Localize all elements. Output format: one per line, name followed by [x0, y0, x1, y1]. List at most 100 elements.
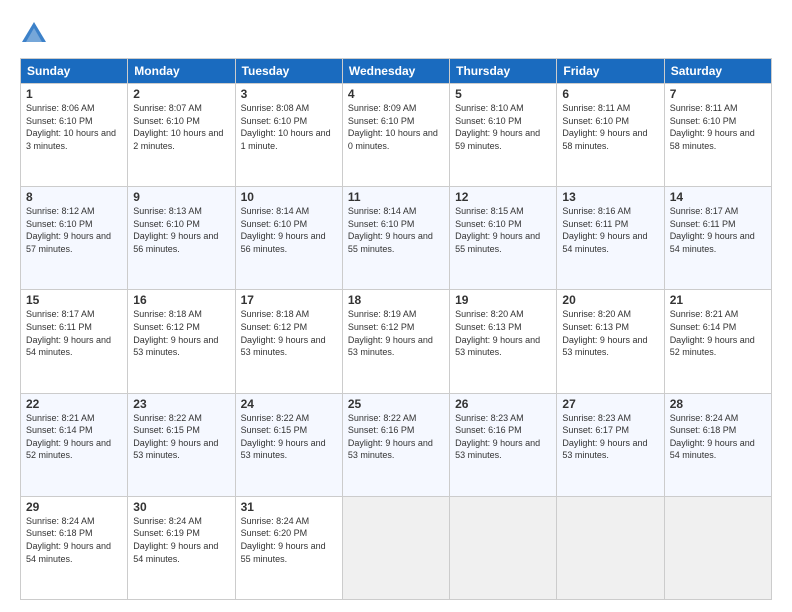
- calendar-cell: 10Sunrise: 8:14 AMSunset: 6:10 PMDayligh…: [235, 187, 342, 290]
- day-info: Sunrise: 8:11 AMSunset: 6:10 PMDaylight:…: [562, 103, 647, 151]
- day-number: 23: [133, 397, 229, 411]
- calendar-cell: 20 Sunrise: 8:20 AMSunset: 6:13 PMDayligh…: [557, 290, 664, 393]
- calendar-cell: 3 Sunrise: 8:08 AMSunset: 6:10 PMDaylight…: [235, 84, 342, 187]
- day-info: Sunrise: 8:23 AMSunset: 6:17 PMDaylight:…: [562, 413, 647, 461]
- calendar-cell: [664, 496, 771, 599]
- day-info: Sunrise: 8:10 AMSunset: 6:10 PMDaylight:…: [455, 103, 540, 151]
- day-number: 31: [241, 500, 337, 514]
- calendar-cell: 24 Sunrise: 8:22 AMSunset: 6:15 PMDayligh…: [235, 393, 342, 496]
- calendar-week-row: 1 Sunrise: 8:06 AMSunset: 6:10 PMDaylight…: [21, 84, 772, 187]
- day-info: Sunrise: 8:15 AMSunset: 6:10 PMDaylight:…: [455, 206, 540, 254]
- day-info: Sunrise: 8:21 AMSunset: 6:14 PMDaylight:…: [670, 309, 755, 357]
- day-info: Sunrise: 8:14 AMSunset: 6:10 PMDaylight:…: [348, 206, 433, 254]
- calendar-header-row: SundayMondayTuesdayWednesdayThursdayFrid…: [21, 59, 772, 84]
- calendar-cell: [557, 496, 664, 599]
- day-header-wednesday: Wednesday: [342, 59, 449, 84]
- calendar-cell: 25Sunrise: 8:22 AMSunset: 6:16 PMDayligh…: [342, 393, 449, 496]
- day-number: 12: [455, 190, 551, 204]
- calendar-cell: 21 Sunrise: 8:21 AMSunset: 6:14 PMDayligh…: [664, 290, 771, 393]
- day-info: Sunrise: 8:21 AMSunset: 6:14 PMDaylight:…: [26, 413, 111, 461]
- calendar-week-row: 29Sunrise: 8:24 AMSunset: 6:18 PMDayligh…: [21, 496, 772, 599]
- calendar-cell: 18 Sunrise: 8:19 AMSunset: 6:12 PMDayligh…: [342, 290, 449, 393]
- calendar-cell: 31Sunrise: 8:24 AMSunset: 6:20 PMDayligh…: [235, 496, 342, 599]
- day-info: Sunrise: 8:18 AMSunset: 6:12 PMDaylight:…: [241, 309, 326, 357]
- day-header-friday: Friday: [557, 59, 664, 84]
- day-info: Sunrise: 8:24 AMSunset: 6:18 PMDaylight:…: [670, 413, 755, 461]
- calendar-cell: 5 Sunrise: 8:10 AMSunset: 6:10 PMDaylight…: [450, 84, 557, 187]
- day-number: 13: [562, 190, 658, 204]
- calendar-cell: [342, 496, 449, 599]
- day-number: 20: [562, 293, 658, 307]
- calendar-cell: 12 Sunrise: 8:15 AMSunset: 6:10 PMDayligh…: [450, 187, 557, 290]
- calendar-cell: 13 Sunrise: 8:16 AMSunset: 6:11 PMDayligh…: [557, 187, 664, 290]
- day-number: 21: [670, 293, 766, 307]
- day-number: 27: [562, 397, 658, 411]
- calendar-cell: 30 Sunrise: 8:24 AMSunset: 6:19 PMDayligh…: [128, 496, 235, 599]
- calendar: SundayMondayTuesdayWednesdayThursdayFrid…: [20, 58, 772, 600]
- day-info: Sunrise: 8:14 AMSunset: 6:10 PMDaylight:…: [241, 206, 326, 254]
- calendar-cell: 19 Sunrise: 8:20 AMSunset: 6:13 PMDayligh…: [450, 290, 557, 393]
- day-info: Sunrise: 8:12 AMSunset: 6:10 PMDaylight:…: [26, 206, 111, 254]
- calendar-cell: 4 Sunrise: 8:09 AMSunset: 6:10 PMDaylight…: [342, 84, 449, 187]
- day-info: Sunrise: 8:20 AMSunset: 6:13 PMDaylight:…: [455, 309, 540, 357]
- day-info: Sunrise: 8:24 AMSunset: 6:19 PMDaylight:…: [133, 516, 218, 564]
- day-number: 11: [348, 190, 444, 204]
- day-info: Sunrise: 8:17 AMSunset: 6:11 PMDaylight:…: [26, 309, 111, 357]
- day-info: Sunrise: 8:24 AMSunset: 6:18 PMDaylight:…: [26, 516, 111, 564]
- day-number: 19: [455, 293, 551, 307]
- day-number: 2: [133, 87, 229, 101]
- calendar-cell: 29Sunrise: 8:24 AMSunset: 6:18 PMDayligh…: [21, 496, 128, 599]
- day-number: 9: [133, 190, 229, 204]
- logo-icon: [20, 20, 48, 48]
- day-info: Sunrise: 8:20 AMSunset: 6:13 PMDaylight:…: [562, 309, 647, 357]
- calendar-cell: 17 Sunrise: 8:18 AMSunset: 6:12 PMDayligh…: [235, 290, 342, 393]
- calendar-cell: 16Sunrise: 8:18 AMSunset: 6:12 PMDayligh…: [128, 290, 235, 393]
- day-header-monday: Monday: [128, 59, 235, 84]
- day-number: 16: [133, 293, 229, 307]
- day-number: 30: [133, 500, 229, 514]
- day-header-sunday: Sunday: [21, 59, 128, 84]
- day-number: 8: [26, 190, 122, 204]
- day-info: Sunrise: 8:09 AMSunset: 6:10 PMDaylight:…: [348, 103, 438, 151]
- day-number: 1: [26, 87, 122, 101]
- calendar-cell: 1 Sunrise: 8:06 AMSunset: 6:10 PMDaylight…: [21, 84, 128, 187]
- calendar-cell: 26 Sunrise: 8:23 AMSunset: 6:16 PMDayligh…: [450, 393, 557, 496]
- calendar-cell: 23Sunrise: 8:22 AMSunset: 6:15 PMDayligh…: [128, 393, 235, 496]
- calendar-week-row: 22Sunrise: 8:21 AMSunset: 6:14 PMDayligh…: [21, 393, 772, 496]
- day-info: Sunrise: 8:08 AMSunset: 6:10 PMDaylight:…: [241, 103, 331, 151]
- day-number: 14: [670, 190, 766, 204]
- calendar-cell: 14Sunrise: 8:17 AMSunset: 6:11 PMDayligh…: [664, 187, 771, 290]
- day-number: 17: [241, 293, 337, 307]
- day-info: Sunrise: 8:22 AMSunset: 6:15 PMDaylight:…: [241, 413, 326, 461]
- day-number: 4: [348, 87, 444, 101]
- calendar-cell: 28 Sunrise: 8:24 AMSunset: 6:18 PMDayligh…: [664, 393, 771, 496]
- calendar-cell: 11 Sunrise: 8:14 AMSunset: 6:10 PMDayligh…: [342, 187, 449, 290]
- day-number: 7: [670, 87, 766, 101]
- day-info: Sunrise: 8:22 AMSunset: 6:16 PMDaylight:…: [348, 413, 433, 461]
- day-info: Sunrise: 8:11 AMSunset: 6:10 PMDaylight:…: [670, 103, 755, 151]
- day-number: 26: [455, 397, 551, 411]
- day-info: Sunrise: 8:07 AMSunset: 6:10 PMDaylight:…: [133, 103, 223, 151]
- day-number: 15: [26, 293, 122, 307]
- day-number: 6: [562, 87, 658, 101]
- calendar-cell: 8 Sunrise: 8:12 AMSunset: 6:10 PMDaylight…: [21, 187, 128, 290]
- calendar-week-row: 8 Sunrise: 8:12 AMSunset: 6:10 PMDaylight…: [21, 187, 772, 290]
- calendar-week-row: 15 Sunrise: 8:17 AMSunset: 6:11 PMDayligh…: [21, 290, 772, 393]
- calendar-cell: 27 Sunrise: 8:23 AMSunset: 6:17 PMDayligh…: [557, 393, 664, 496]
- calendar-cell: 9 Sunrise: 8:13 AMSunset: 6:10 PMDaylight…: [128, 187, 235, 290]
- day-info: Sunrise: 8:19 AMSunset: 6:12 PMDaylight:…: [348, 309, 433, 357]
- day-info: Sunrise: 8:16 AMSunset: 6:11 PMDaylight:…: [562, 206, 647, 254]
- day-info: Sunrise: 8:06 AMSunset: 6:10 PMDaylight:…: [26, 103, 116, 151]
- day-header-tuesday: Tuesday: [235, 59, 342, 84]
- page: SundayMondayTuesdayWednesdayThursdayFrid…: [0, 0, 792, 612]
- day-number: 28: [670, 397, 766, 411]
- day-number: 5: [455, 87, 551, 101]
- day-number: 24: [241, 397, 337, 411]
- calendar-cell: [450, 496, 557, 599]
- day-number: 3: [241, 87, 337, 101]
- day-info: Sunrise: 8:23 AMSunset: 6:16 PMDaylight:…: [455, 413, 540, 461]
- calendar-body: 1 Sunrise: 8:06 AMSunset: 6:10 PMDaylight…: [21, 84, 772, 600]
- day-info: Sunrise: 8:13 AMSunset: 6:10 PMDaylight:…: [133, 206, 218, 254]
- day-number: 18: [348, 293, 444, 307]
- header: [20, 16, 772, 48]
